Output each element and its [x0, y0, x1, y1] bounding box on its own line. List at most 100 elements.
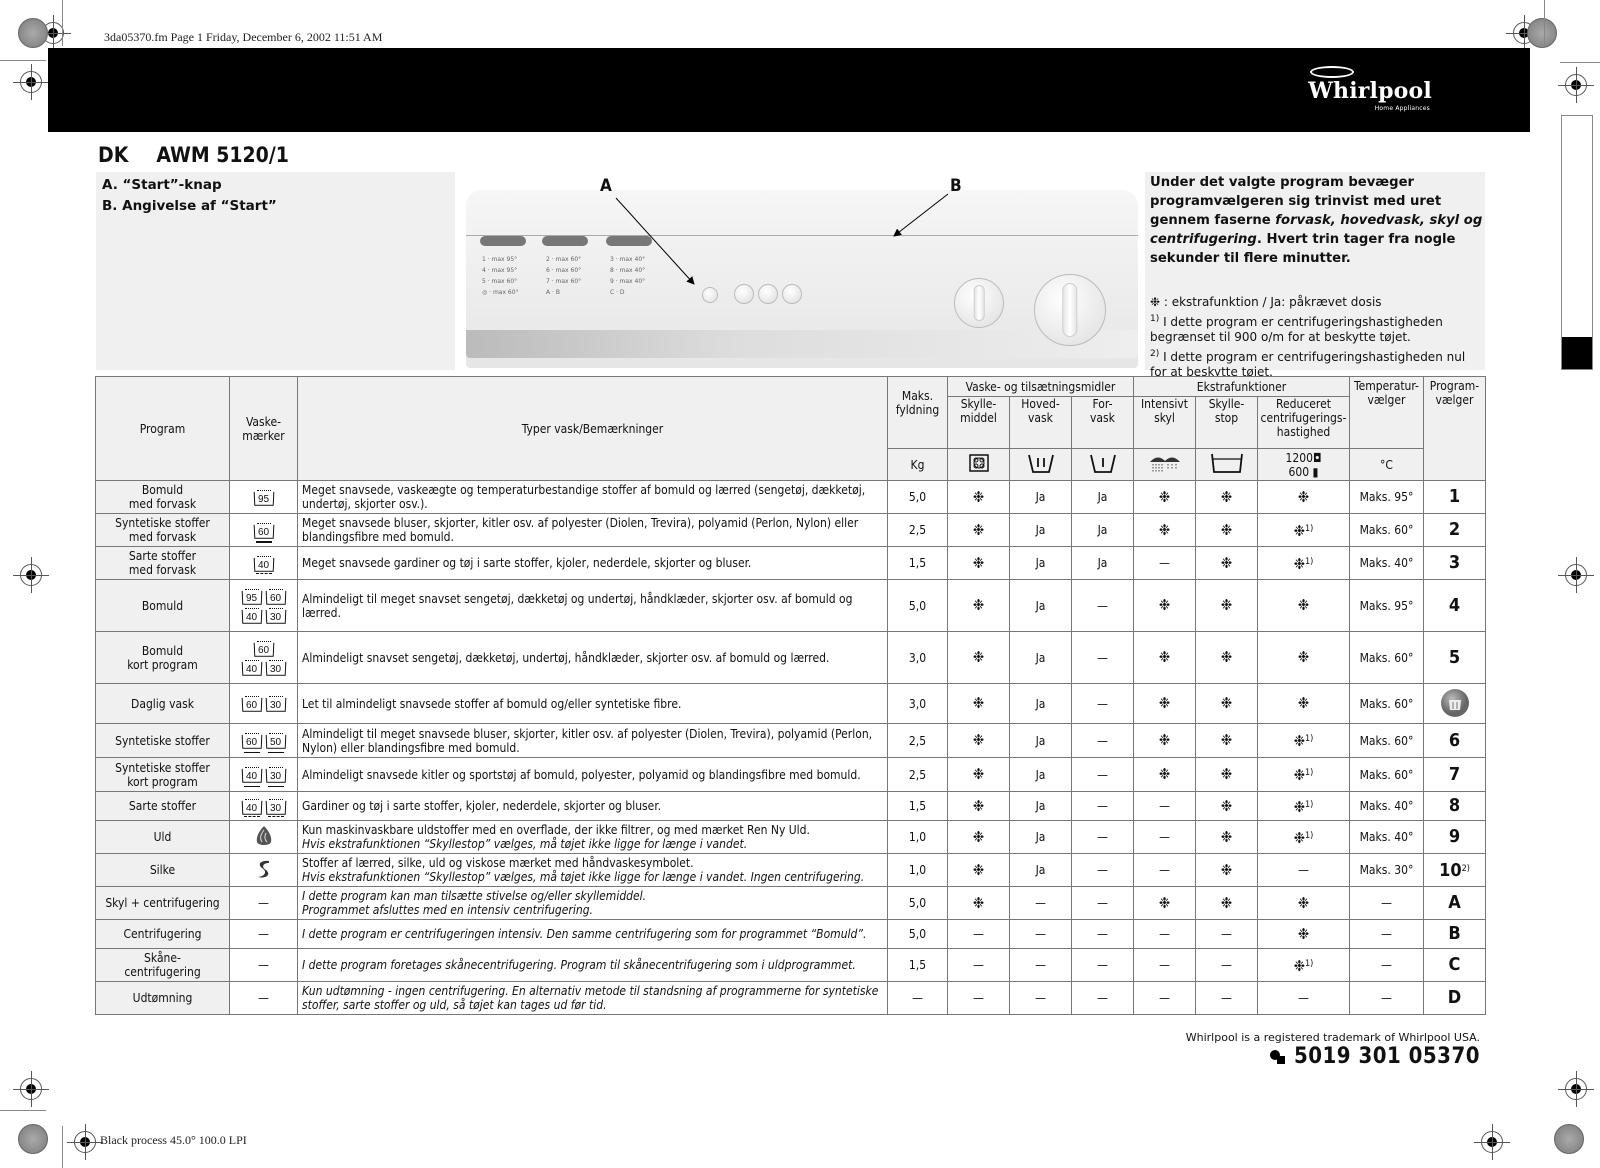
- temperature-cell: Maks. 40°: [1349, 820, 1424, 854]
- temperature-cell: Maks. 60°: [1349, 683, 1424, 724]
- rinse-hold-cell: ❉: [1195, 631, 1258, 684]
- program-description: Gardiner og tøj i sarte stoffer, kjoler,…: [297, 791, 888, 821]
- extra-function-icon: ❉: [1220, 487, 1233, 506]
- daily-wash-icon: [1440, 688, 1469, 717]
- max-load: —: [887, 981, 948, 1015]
- trim-line: [0, 60, 46, 61]
- footnote-1: 1) I dette program er centrifugeringshas…: [1150, 314, 1443, 344]
- table-row: Skåne- centrifugering — I dette program fo…: [95, 948, 1486, 982]
- extra-function-icon: ❉: [1297, 924, 1310, 943]
- intensive-rinse-cell: ❉: [1133, 480, 1196, 514]
- care-symbols: 95 60 40 30: [229, 579, 298, 632]
- col-temp: Temperatur- vælger: [1349, 376, 1424, 449]
- max-load: 1,5: [887, 791, 948, 821]
- no-symbol-dash: —: [258, 927, 269, 941]
- program-name: Bomuld med forvask: [95, 480, 230, 514]
- extra-function-icon: ❉: [1220, 796, 1233, 815]
- program-name: Uld: [95, 820, 230, 854]
- trim-line: [1560, 62, 1600, 63]
- intensive-rinse-cell: ❉: [1133, 683, 1196, 724]
- extra-function-icon: ❉: [1220, 893, 1233, 912]
- table-row: Daglig vask 60 30 Let til almindeligt snavs…: [95, 683, 1486, 724]
- extra-function-icon: ❉: [972, 893, 985, 912]
- softener-cell: ❉: [947, 820, 1010, 854]
- callout-arrows: [615, 193, 949, 285]
- temperature-cell: Maks. 95°: [1349, 579, 1424, 632]
- reduced-spin-cell: ❉1): [1257, 757, 1350, 792]
- care-symbols: 40: [229, 546, 298, 580]
- col-main-wash: Hoved- vask: [1009, 396, 1072, 449]
- program-name: Skyl + centrifugering: [95, 886, 230, 920]
- col-prewash: For- vask: [1071, 396, 1134, 449]
- temperature-cell: Maks. 30°: [1349, 853, 1424, 887]
- trim-line: [0, 1110, 46, 1111]
- intensive-rinse-cell: ❉: [1133, 513, 1196, 547]
- reduced-spin-cell: ❉1): [1257, 546, 1350, 580]
- main-wash-cell: Ja: [1009, 546, 1072, 580]
- care-symbols: [229, 820, 298, 854]
- temperature-cell: —: [1349, 919, 1424, 949]
- registration-mark: [67, 1124, 103, 1160]
- max-load: 5,0: [887, 579, 948, 632]
- main-wash-cell: Ja: [1009, 631, 1072, 684]
- main-wash-cell: —: [1009, 886, 1072, 920]
- softener-cell: —: [947, 919, 1010, 949]
- silk-symbol-icon: [257, 860, 269, 878]
- temperature-cell: —: [1349, 948, 1424, 982]
- max-load: 2,5: [887, 513, 948, 547]
- temperature-cell: —: [1349, 981, 1424, 1015]
- extra-function-icon: ❉: [1220, 520, 1233, 539]
- max-load: 5,0: [887, 886, 948, 920]
- wash-temp-symbol-icon: 30: [265, 695, 286, 712]
- no-symbol-dash: —: [258, 958, 269, 972]
- wash-temp-symbol-icon: 30: [265, 607, 286, 624]
- wash-temp-symbol-icon: 50: [265, 732, 286, 753]
- program-selector-cell: 6: [1423, 723, 1486, 758]
- intensive-rinse-cell: —: [1133, 981, 1196, 1015]
- extra-function-icon: ❉: [1158, 648, 1171, 666]
- care-symbols: 95: [229, 480, 298, 514]
- program-description: Kun udtømning - ingen centrifugering. En…: [297, 981, 888, 1015]
- program-selector-cell: 3: [1423, 546, 1486, 580]
- program-selector-cell: [1423, 683, 1486, 724]
- header-banner: Whirlpool Home Appliances: [48, 48, 1530, 132]
- description-text: Let til almindeligt snavsede stoffer af …: [302, 696, 682, 711]
- table-row: Skyl + centrifugering — I dette program ka…: [95, 886, 1486, 920]
- table-row: Bomuld kort program 60 40 30 Almindeligt sna…: [95, 631, 1486, 684]
- registration-mark: [13, 1071, 49, 1107]
- extra-function-icon: ❉: [1293, 521, 1305, 540]
- temperature-cell: Maks. 60°: [1349, 513, 1424, 547]
- program-description: Almindeligt snavset sengetøj, dækketøj, …: [297, 631, 888, 684]
- reduced-spin-cell: ❉1): [1257, 513, 1350, 547]
- program-name: Centrifugering: [95, 919, 230, 949]
- extra-function-icon: ❉: [972, 827, 985, 846]
- col-rinse-hold: Skylle- stop: [1195, 396, 1258, 449]
- color-bar-dot: [18, 18, 48, 48]
- extra-function-icon: ❉: [1220, 860, 1233, 879]
- max-load: 5,0: [887, 919, 948, 949]
- extra-function-icon: ❉: [1220, 694, 1233, 712]
- temperature-cell: Maks. 40°: [1349, 791, 1424, 821]
- registration-mark: [13, 64, 49, 100]
- program-table: Program Vaske- mærker Typer vask/Bemærkn…: [95, 376, 1486, 1015]
- max-load: 1,5: [887, 546, 948, 580]
- prewash-cell: —: [1071, 820, 1134, 854]
- table-row: Sarte stoffer 40 30 Gardiner og tøj i sarte…: [95, 791, 1486, 821]
- program-name: Bomuld: [95, 579, 230, 632]
- program-description: Almindeligt til meget snavsede bluser, s…: [297, 723, 888, 758]
- program-description: Meget snavsede, vaskeægte og temperaturb…: [297, 480, 888, 514]
- rinse-hold-cell: ❉: [1195, 546, 1258, 580]
- reduced-spin-cell: ❉: [1257, 683, 1350, 724]
- softener-cell: ❉: [947, 480, 1010, 514]
- program-selector-cell: C: [1423, 948, 1486, 982]
- rinse-hold-cell: ❉: [1195, 579, 1258, 632]
- extra-function-icon: ❉: [1158, 520, 1171, 539]
- care-symbols: 60 30: [229, 683, 298, 724]
- extra-function-icon: ❉: [1293, 956, 1305, 975]
- program-description: Meget snavsede gardiner og tøj i sarte s…: [297, 546, 888, 580]
- intensive-rinse-cell: ❉: [1133, 723, 1196, 758]
- brand-sub: Home Appliances: [1374, 105, 1430, 112]
- prewash-cell: —: [1071, 886, 1134, 920]
- print-meta-bottom: Black process 45.0° 100.0 LPI: [100, 1133, 247, 1147]
- main-wash-cell: —: [1009, 919, 1072, 949]
